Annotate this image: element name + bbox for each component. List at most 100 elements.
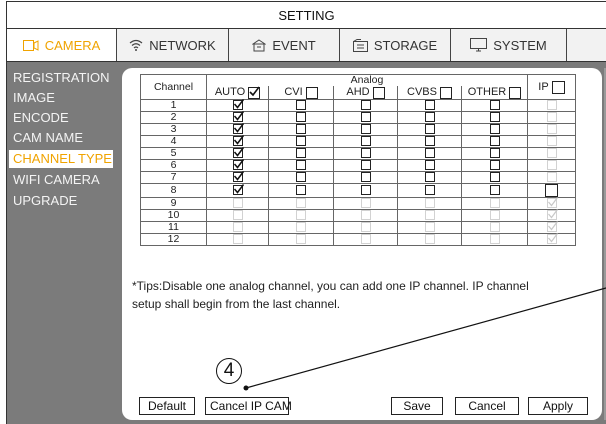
ahd-checkbox[interactable]: [360, 136, 371, 147]
cvi-checkbox[interactable]: [296, 136, 306, 147]
ip-checkbox: [546, 148, 557, 159]
cvi-cell: [268, 221, 334, 234]
other-all-checkbox[interactable]: [509, 86, 522, 99]
ahd-checkbox[interactable]: [360, 112, 371, 123]
save-button[interactable]: Save: [391, 397, 443, 415]
cvi-checkbox[interactable]: [296, 124, 306, 135]
ip-cell: [527, 233, 576, 246]
sidebar-item-wifi-camera[interactable]: WIFI CAMERA: [9, 171, 100, 189]
cvi-checkbox[interactable]: [296, 160, 306, 171]
auto-checkbox[interactable]: [232, 147, 244, 159]
other-checkbox[interactable]: [489, 112, 500, 123]
cvi-cell: [268, 147, 334, 160]
auto-checkbox[interactable]: [232, 184, 244, 196]
auto-checkbox[interactable]: [232, 171, 244, 183]
auto-checkbox[interactable]: [232, 111, 244, 123]
cvi-checkbox[interactable]: [296, 100, 306, 111]
camera-icon: [22, 39, 39, 51]
channel-number: 11: [140, 221, 207, 234]
other-checkbox[interactable]: [489, 185, 500, 196]
cvbs-all-checkbox[interactable]: [439, 86, 452, 99]
other-checkbox[interactable]: [489, 172, 500, 183]
auto-checkbox[interactable]: [232, 135, 244, 147]
sidebar-item-channel-type[interactable]: CHANNEL TYPE: [9, 150, 113, 168]
cancel-button[interactable]: Cancel: [455, 397, 519, 415]
tab-label: NETWORK: [149, 37, 216, 53]
auto-checkbox[interactable]: [232, 159, 244, 171]
other-checkbox[interactable]: [489, 148, 500, 159]
cvbs-checkbox[interactable]: [424, 160, 435, 171]
ip-all-checkbox[interactable]: [551, 80, 565, 94]
ip-checkbox[interactable]: [545, 184, 558, 197]
sidebar-item-cam-name[interactable]: CAM NAME: [9, 129, 83, 147]
cvbs-cell: [397, 171, 462, 184]
ip-checkbox: [546, 112, 557, 123]
other-checkbox: [489, 210, 500, 221]
table-row: 2: [140, 111, 576, 124]
tab-label: CAMERA: [44, 37, 101, 53]
other-checkbox[interactable]: [489, 160, 500, 171]
tab-network[interactable]: NETWORK: [117, 29, 229, 61]
cvbs-checkbox: [424, 234, 435, 245]
other-cell: [461, 111, 528, 124]
sidebar-item-upgrade[interactable]: UPGRADE: [9, 192, 77, 210]
setting-window: SETTING CAMERA NETWORK EVENT STORAGE SYS…: [0, 0, 606, 424]
cvi-cell: [268, 99, 334, 112]
ahd-checkbox[interactable]: [360, 148, 371, 159]
cvi-all-checkbox[interactable]: [305, 86, 318, 99]
cvi-checkbox[interactable]: [296, 112, 306, 123]
tab-bar: CAMERA NETWORK EVENT STORAGE SYSTEM: [6, 29, 606, 62]
cvi-checkbox[interactable]: [296, 185, 306, 196]
cvbs-checkbox[interactable]: [424, 124, 435, 135]
sidebar-item-registration[interactable]: REGISTRATION: [9, 69, 110, 87]
tab-system[interactable]: SYSTEM: [451, 29, 567, 61]
ahd-all-checkbox[interactable]: [372, 86, 385, 99]
auto-checkbox: [232, 234, 243, 245]
default-button[interactable]: Default: [139, 397, 195, 415]
table-row: 3: [140, 123, 576, 136]
auto-checkbox[interactable]: [232, 123, 244, 135]
cvbs-checkbox[interactable]: [424, 112, 435, 123]
tab-event[interactable]: EVENT: [229, 29, 340, 61]
ahd-checkbox[interactable]: [360, 185, 371, 196]
table-row: 10: [140, 209, 576, 222]
channel-number: 7: [140, 171, 207, 184]
sidebar-item-encode[interactable]: ENCODE: [9, 109, 69, 127]
other-checkbox[interactable]: [489, 124, 500, 135]
auto-all-checkbox[interactable]: [248, 86, 261, 99]
wifi-icon: [129, 39, 143, 51]
sidebar-item-image[interactable]: IMAGE: [9, 89, 55, 107]
other-cell: [461, 99, 528, 112]
ip-cell: [527, 159, 576, 172]
table-row: 11: [140, 221, 576, 234]
tab-storage[interactable]: STORAGE: [340, 29, 451, 61]
cvbs-checkbox[interactable]: [424, 185, 435, 196]
cvbs-checkbox[interactable]: [424, 172, 435, 183]
cvi-checkbox[interactable]: [296, 148, 306, 159]
ip-checkbox: [546, 172, 557, 183]
cvbs-checkbox[interactable]: [424, 136, 435, 147]
ahd-checkbox: [360, 222, 371, 233]
apply-button[interactable]: Apply: [528, 397, 588, 415]
ahd-checkbox[interactable]: [360, 124, 371, 135]
cancel-ip-cam-button[interactable]: Cancel IP CAM: [205, 397, 292, 415]
other-checkbox: [489, 234, 500, 245]
cvbs-checkbox[interactable]: [424, 100, 435, 111]
channel-number: 2: [140, 111, 207, 124]
other-checkbox[interactable]: [489, 136, 500, 147]
ahd-cell: [333, 99, 398, 112]
ahd-checkbox[interactable]: [360, 172, 371, 183]
cvbs-cell: [397, 135, 462, 148]
ahd-cell: [333, 111, 398, 124]
ahd-checkbox[interactable]: [360, 160, 371, 171]
ahd-cell: [333, 221, 398, 234]
cvi-checkbox[interactable]: [296, 172, 306, 183]
tab-camera[interactable]: CAMERA: [7, 29, 117, 61]
ahd-checkbox[interactable]: [360, 100, 371, 111]
auto-checkbox[interactable]: [232, 99, 244, 111]
other-checkbox[interactable]: [489, 100, 500, 111]
auto-cell: [206, 183, 269, 198]
annotation-number: 4: [216, 358, 242, 384]
other-cell: [461, 171, 528, 184]
cvbs-checkbox[interactable]: [424, 148, 435, 159]
